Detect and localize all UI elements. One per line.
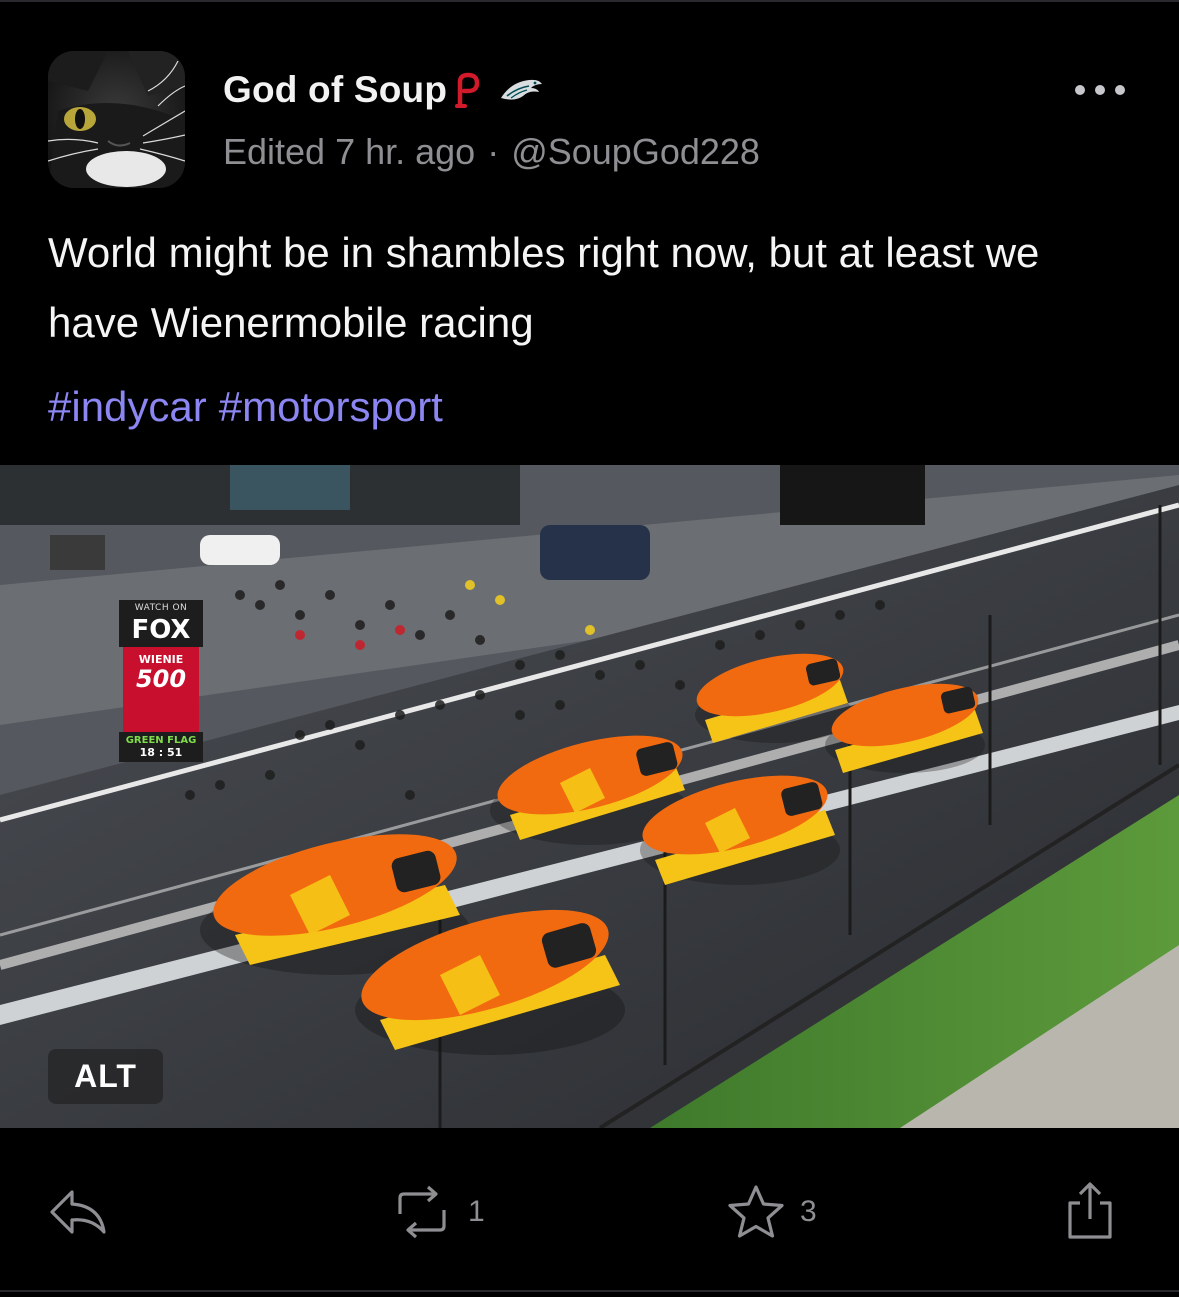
- author-handle[interactable]: @SoupGod228: [511, 131, 760, 172]
- phillies-p-icon: [455, 72, 480, 108]
- cat-avatar-image: [48, 51, 185, 188]
- race-clock: 18 : 51: [119, 746, 203, 762]
- watch-on-label: WATCH ON: [119, 600, 203, 613]
- post-meta: Edited 7 hr. ago · @SoupGod228: [223, 131, 760, 173]
- more-options-icon[interactable]: [1070, 78, 1130, 102]
- hashtag-indycar[interactable]: #indycar: [48, 383, 207, 430]
- post-text: World might be in shambles right now, bu…: [48, 229, 1040, 346]
- event-name-line2: 500: [135, 665, 187, 693]
- hashtags: #indycar #motorsport: [48, 383, 455, 431]
- eagles-icon: [501, 79, 543, 100]
- race-status: GREEN FLAG: [119, 732, 203, 746]
- avatar[interactable]: [48, 51, 185, 188]
- meta-separator: ·: [487, 131, 500, 172]
- author-display-name[interactable]: God of Soup: [223, 69, 447, 111]
- share-button[interactable]: [1062, 1180, 1118, 1244]
- fox-logo: FOX: [119, 613, 203, 647]
- favorite-count: 3: [800, 1195, 817, 1228]
- post-image[interactable]: WATCH ON FOX WIENIE 500 GREEN FLAG 18 : …: [0, 465, 1179, 1128]
- favorite-button[interactable]: 3: [726, 1180, 817, 1244]
- repost-button[interactable]: 1: [390, 1180, 485, 1244]
- hashtag-motorsport[interactable]: #motorsport: [219, 383, 443, 430]
- bottom-divider: [0, 1290, 1179, 1292]
- edited-time: Edited 7 hr. ago: [223, 131, 476, 172]
- alt-text-button[interactable]: ALT: [48, 1049, 163, 1104]
- star-icon: [728, 1185, 784, 1238]
- wienermobile-race-image: [0, 465, 1179, 1128]
- event-logo: WIENIE 500: [123, 647, 199, 732]
- reply-icon: [50, 1190, 106, 1234]
- top-divider: [0, 0, 1179, 2]
- share-icon: [1068, 1182, 1112, 1239]
- repost-icon: [398, 1185, 446, 1239]
- repost-count: 1: [468, 1195, 485, 1228]
- broadcast-overlay: WATCH ON FOX WIENIE 500 GREEN FLAG 18 : …: [119, 600, 203, 762]
- author-name-row: God of Soup: [223, 68, 543, 112]
- event-logo-detail: [123, 692, 199, 726]
- reply-button[interactable]: [48, 1180, 108, 1244]
